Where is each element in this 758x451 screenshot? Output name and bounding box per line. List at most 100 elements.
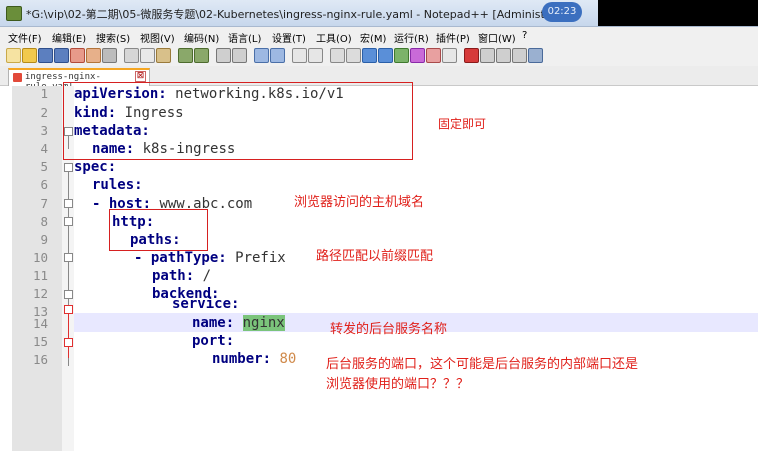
close-file-icon[interactable] — [70, 48, 85, 63]
run-macro-multiple-icon[interactable] — [512, 48, 527, 63]
fold-toggle-icon[interactable] — [64, 338, 73, 347]
redo-icon[interactable] — [194, 48, 209, 63]
annotation-port-line-1: 后台服务的端口，这个可能是后台服务的内部端口还是 — [326, 357, 639, 372]
fold-line — [68, 314, 69, 358]
menu-file[interactable]: 文件(F) — [8, 30, 42, 45]
metadata-highlight-box — [63, 82, 413, 160]
line-number: 16 — [32, 352, 48, 367]
menu-settings[interactable]: 设置(T) — [272, 30, 306, 45]
title-bar: *G:\vip\02-第二期\05-微服务专题\02-Kubernetes\in… — [0, 0, 758, 27]
folder-workspace-icon[interactable] — [426, 48, 441, 63]
code-line-14: name: nginx — [192, 315, 285, 331]
undo-icon[interactable] — [178, 48, 193, 63]
tab-close-icon[interactable]: ⊠ — [135, 71, 146, 82]
window-title: *G:\vip\02-第二期\05-微服务专题\02-Kubernetes\in… — [26, 8, 576, 21]
line-number: 9 — [40, 232, 48, 247]
monitoring-icon[interactable] — [442, 48, 457, 63]
notepad-plus-plus-icon — [6, 6, 22, 21]
cut-icon[interactable] — [124, 48, 139, 63]
line-number: 11 — [32, 268, 48, 283]
http-paths-highlight-box — [109, 209, 208, 251]
zoom-out-icon[interactable] — [270, 48, 285, 63]
menu-window[interactable]: 窗口(W) — [478, 30, 516, 45]
print-icon[interactable] — [102, 48, 117, 63]
open-file-icon[interactable] — [22, 48, 37, 63]
yaml-value: Prefix — [226, 250, 286, 266]
record-macro-icon[interactable] — [464, 48, 479, 63]
toolbar — [0, 44, 758, 67]
annotation-path: 路径匹配以前缀匹配 — [316, 249, 434, 264]
fold-toggle-icon[interactable] — [64, 199, 73, 208]
replace-icon[interactable] — [232, 48, 247, 63]
sync-horizontal-icon[interactable] — [308, 48, 323, 63]
copy-icon[interactable] — [140, 48, 155, 63]
annotation-port-line-2: 浏览器使用的端口？？？ — [326, 377, 470, 392]
annotation-service: 转发的后台服务名称 — [330, 322, 448, 337]
title-bar-dark-area — [598, 0, 758, 26]
stop-macro-icon[interactable] — [480, 48, 495, 63]
yaml-key: name: — [192, 315, 235, 331]
yaml-dash: - — [134, 250, 151, 266]
menu-search[interactable]: 搜索(S) — [96, 30, 130, 45]
yaml-number: 80 — [279, 351, 297, 367]
code-line-5: spec: — [74, 159, 116, 175]
code-line-6: rules: — [92, 177, 143, 193]
function-list-icon[interactable] — [410, 48, 425, 63]
fold-toggle-icon[interactable] — [64, 253, 73, 262]
clock-badge: 02:23 — [542, 2, 582, 22]
doc-map-icon[interactable] — [394, 48, 409, 63]
menu-edit[interactable]: 编辑(E) — [52, 30, 86, 45]
yaml-value: / — [194, 268, 212, 284]
menu-encoding[interactable]: 编码(N) — [184, 30, 219, 45]
save-macro-icon[interactable] — [528, 48, 543, 63]
save-icon[interactable] — [38, 48, 53, 63]
fold-toggle-icon[interactable] — [64, 290, 73, 299]
menu-view[interactable]: 视图(V) — [140, 30, 175, 45]
show-all-chars-icon[interactable] — [346, 48, 361, 63]
fold-toggle-icon[interactable] — [64, 305, 73, 314]
code-line-10: - pathType: Prefix — [134, 250, 286, 266]
new-file-icon[interactable] — [6, 48, 21, 63]
line-number: 10 — [32, 250, 48, 265]
yaml-dash: - — [92, 196, 109, 212]
menu-help[interactable]: ? — [522, 30, 527, 41]
menu-bar: 文件(F) 编辑(E) 搜索(S) 视图(V) 编码(N) 语言(L) 设置(T… — [0, 27, 758, 45]
save-all-icon[interactable] — [54, 48, 69, 63]
language-icon[interactable] — [378, 48, 393, 63]
line-number: 8 — [40, 214, 48, 229]
yaml-key: rules: — [92, 177, 143, 193]
yaml-key: service: — [172, 296, 240, 312]
yaml-key: pathType: — [150, 250, 227, 266]
zoom-in-icon[interactable] — [254, 48, 269, 63]
menu-tools[interactable]: 工具(O) — [316, 30, 352, 45]
code-line-16: number: 80 — [212, 351, 296, 367]
menu-plugins[interactable]: 插件(P) — [436, 30, 470, 45]
fold-toggle-icon[interactable] — [64, 217, 73, 226]
yaml-key: path: — [152, 268, 195, 284]
line-number: 4 — [40, 141, 48, 156]
menu-run[interactable]: 运行(R) — [394, 30, 429, 45]
yaml-key: spec: — [74, 159, 117, 175]
line-number: 2 — [40, 105, 48, 120]
line-number: 15 — [32, 334, 48, 349]
paste-icon[interactable] — [156, 48, 171, 63]
menu-macro[interactable]: 宏(M) — [360, 30, 386, 45]
line-number: 5 — [40, 159, 48, 174]
close-all-icon[interactable] — [86, 48, 101, 63]
line-number: 3 — [40, 123, 48, 138]
line-number-gutter: 1 2 3 4 5 6 7 8 9 10 11 12 13 14 15 16 — [12, 86, 62, 451]
line-number: 6 — [40, 177, 48, 192]
fold-toggle-icon[interactable] — [64, 163, 73, 172]
annotation-fixed: 固定即可 — [438, 117, 487, 131]
word-wrap-icon[interactable] — [330, 48, 345, 63]
play-macro-icon[interactable] — [496, 48, 511, 63]
indent-guide-icon[interactable] — [362, 48, 377, 63]
line-number: 12 — [32, 286, 48, 301]
selected-text: nginx — [242, 315, 285, 331]
sync-vertical-icon[interactable] — [292, 48, 307, 63]
line-number: 7 — [40, 196, 48, 211]
menu-language[interactable]: 语言(L) — [228, 30, 261, 45]
yaml-key: port: — [192, 333, 235, 349]
find-icon[interactable] — [216, 48, 231, 63]
annotation-host: 浏览器访问的主机域名 — [294, 195, 425, 210]
